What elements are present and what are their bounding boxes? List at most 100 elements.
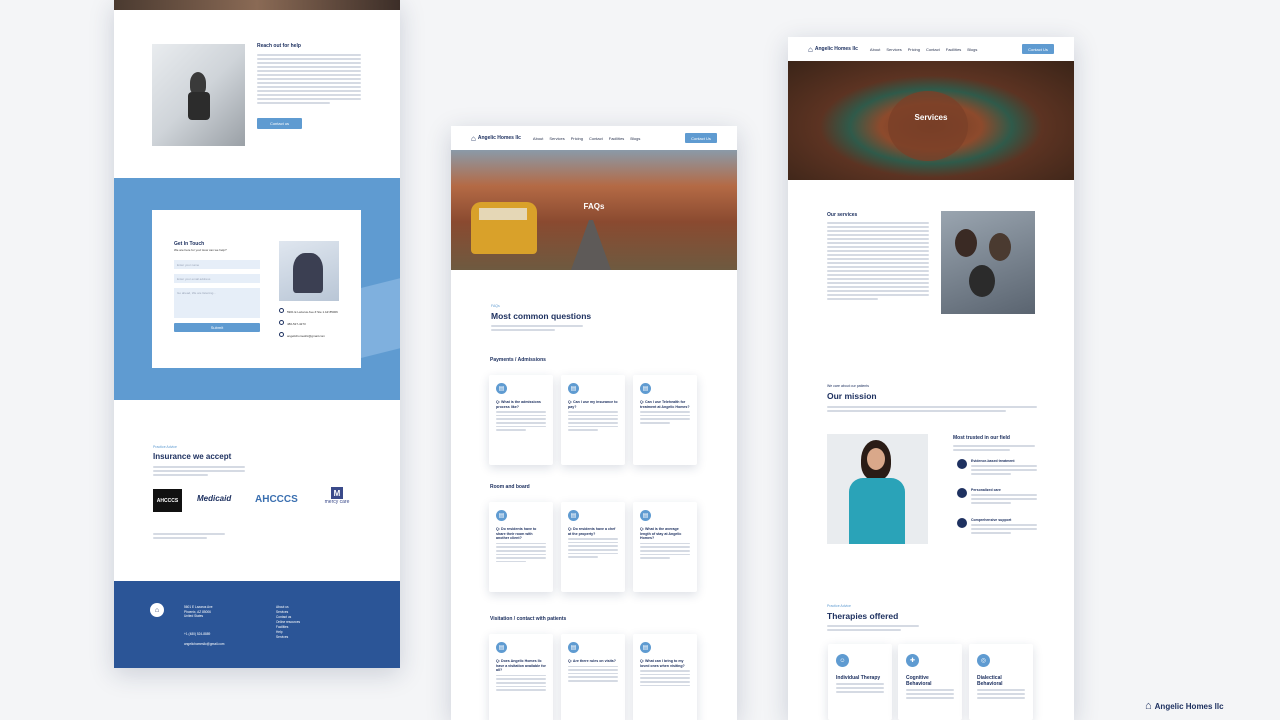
- therapies-text: [827, 623, 919, 633]
- check-icon: [957, 488, 967, 498]
- therapy-card[interactable]: ☺ Individual Therapy: [828, 644, 892, 720]
- help-contact-button[interactable]: Contact us: [257, 118, 302, 129]
- services-hero-title: Services: [914, 113, 948, 122]
- document-icon: ▤: [568, 642, 579, 653]
- submit-button[interactable]: Submit: [174, 323, 260, 332]
- trusted-text: [953, 443, 1035, 453]
- phone-line: 480-527-4273: [279, 318, 338, 330]
- document-icon: ▤: [568, 383, 579, 394]
- house-icon: ⌂: [1145, 700, 1152, 712]
- contact-subtitle: We are here for you! How can we help?: [174, 248, 227, 252]
- therapy-card[interactable]: ◎ Dialectical Behavioral: [969, 644, 1033, 720]
- services-title: Our services: [827, 212, 858, 218]
- document-icon: ▤: [496, 510, 507, 521]
- section-room-title: Room and board: [490, 484, 530, 490]
- section-payments-title: Payments / Admissions: [490, 357, 546, 363]
- check-icon: [957, 518, 967, 528]
- mercy-care-logo: M mercy care: [324, 487, 350, 505]
- ahcccs-logo-color: AHCCCS: [255, 494, 298, 505]
- footer-address-3: United States: [184, 614, 204, 618]
- message-input[interactable]: Go ahead, We are listening...: [174, 288, 260, 318]
- nav-contact[interactable]: Contact: [589, 136, 603, 141]
- nav-pricing[interactable]: Pricing: [571, 136, 583, 141]
- nav-contact[interactable]: Contact: [926, 47, 940, 52]
- footer-phone[interactable]: +1 (480) 524-8889: [184, 632, 210, 636]
- faq-card[interactable]: ▤ Q: Are there rules on visits?: [561, 634, 625, 720]
- email-input[interactable]: Enter your email address: [174, 274, 260, 283]
- trusted-title: Most trusted in our field: [953, 435, 1010, 441]
- insurance-eyebrow: Practice Advice: [153, 445, 177, 449]
- nav-contact-button[interactable]: Contact Us: [685, 133, 717, 143]
- nav-services[interactable]: Services: [886, 47, 901, 52]
- faq-title: Most common questions: [491, 311, 592, 321]
- document-icon: ▤: [640, 642, 651, 653]
- footer-address-1: 5601 E Lazarus Ave: [184, 605, 213, 609]
- contact-photo: [279, 241, 339, 301]
- faq-card[interactable]: ▤ Q: Can I use Telehealth for treatment a…: [633, 375, 697, 465]
- nav-blogs[interactable]: Blogs: [630, 136, 640, 141]
- footer: ⌂ 5601 E Lazarus Ave Phoenix, AZ 85006 U…: [114, 581, 400, 668]
- nav-pricing[interactable]: Pricing: [908, 47, 920, 52]
- nav-about[interactable]: About: [870, 47, 880, 52]
- medicaid-logo: Medicaid: [197, 494, 232, 503]
- nav-services[interactable]: Services: [549, 136, 564, 141]
- ahcccs-logo-black: AHCCCS: [153, 489, 182, 512]
- brand-logo[interactable]: ⌂ Angelic Homes llc: [471, 134, 521, 143]
- nav-facilities[interactable]: Facilities: [609, 136, 625, 141]
- phone-icon: [279, 320, 284, 325]
- services-text: [827, 220, 929, 302]
- nav-about[interactable]: About: [533, 136, 543, 141]
- document-icon: ▤: [640, 510, 651, 521]
- mail-icon: [279, 332, 284, 337]
- faq-card[interactable]: ▤ Q: Do residents have to share their roo…: [489, 502, 553, 592]
- chat-icon: ◎: [977, 654, 990, 667]
- faq-card[interactable]: ▤ Q: Does Angelic Homes llc have a visita…: [489, 634, 553, 720]
- faq-hero-title: FAQs: [583, 202, 605, 211]
- email-line: angelichomesllc@gmail.com: [279, 330, 338, 342]
- contact-title: Get In Touch: [174, 241, 205, 247]
- house-icon: ⌂: [471, 133, 476, 143]
- mission-photo: [827, 434, 928, 544]
- footer-email[interactable]: angelichomesllc@gmail.com: [184, 642, 224, 646]
- faq-card[interactable]: ▤ Q: What can I bring to my loved ones wh…: [633, 634, 697, 720]
- insurance-text: [153, 464, 245, 478]
- insurance-note: [153, 531, 225, 541]
- brain-icon: ✚: [906, 654, 919, 667]
- trusted-feature: Evidence-based treatment: [957, 459, 1037, 477]
- faq-card[interactable]: ▤ Q: What is the average length of stay a…: [633, 502, 697, 592]
- name-input[interactable]: Enter your name: [174, 260, 260, 269]
- faq-hero-image: FAQs: [451, 150, 737, 270]
- services-navbar: ⌂ Angelic Homes llc About Services Pricin…: [788, 37, 1074, 61]
- document-icon: ▤: [568, 510, 579, 521]
- nav-facilities[interactable]: Facilities: [946, 47, 962, 52]
- mission-text: [827, 404, 1037, 414]
- help-text: [257, 52, 361, 106]
- help-title: Reach out for help: [257, 43, 301, 49]
- footer-logo-icon: ⌂: [150, 603, 164, 617]
- faq-card[interactable]: ▤ Q: Do residents have a chef at the prop…: [561, 502, 625, 592]
- therapy-card[interactable]: ✚ Cognitive Behavioral: [898, 644, 962, 720]
- contact-card: Get In Touch We are here for you! How ca…: [152, 210, 361, 368]
- trusted-feature: Comprehensive support: [957, 518, 1037, 536]
- services-hero-image: Services: [788, 61, 1074, 180]
- house-icon: ⌂: [808, 44, 813, 54]
- faq-intro: [491, 323, 583, 333]
- faq-card[interactable]: ▤ Q: What is the admissions process like?: [489, 375, 553, 465]
- footer-link[interactable]: Services: [276, 635, 300, 640]
- top-image-strip: [114, 0, 400, 10]
- help-photo: [152, 44, 245, 146]
- faq-card[interactable]: ▤ Q: Can I use my insurance to pay?: [561, 375, 625, 465]
- trusted-feature: Personalized care: [957, 488, 1037, 506]
- address-line: 5901 E Lazarus Ave # Ste 1 AZ 85006: [279, 306, 338, 318]
- document-icon: ▤: [640, 383, 651, 394]
- section-visitation-title: Visitation / contact with patients: [490, 616, 567, 622]
- faq-navbar: ⌂ Angelic Homes llc About Services Pricin…: [451, 126, 737, 150]
- check-icon: [957, 459, 967, 469]
- person-icon: ☺: [836, 654, 849, 667]
- mission-eyebrow: We care about our patients: [827, 384, 869, 388]
- document-icon: ▤: [496, 383, 507, 394]
- brand-logo[interactable]: ⌂ Angelic Homes llc: [808, 45, 858, 54]
- location-icon: [279, 308, 284, 313]
- nav-blogs[interactable]: Blogs: [967, 47, 977, 52]
- nav-contact-button[interactable]: Contact Us: [1022, 44, 1054, 54]
